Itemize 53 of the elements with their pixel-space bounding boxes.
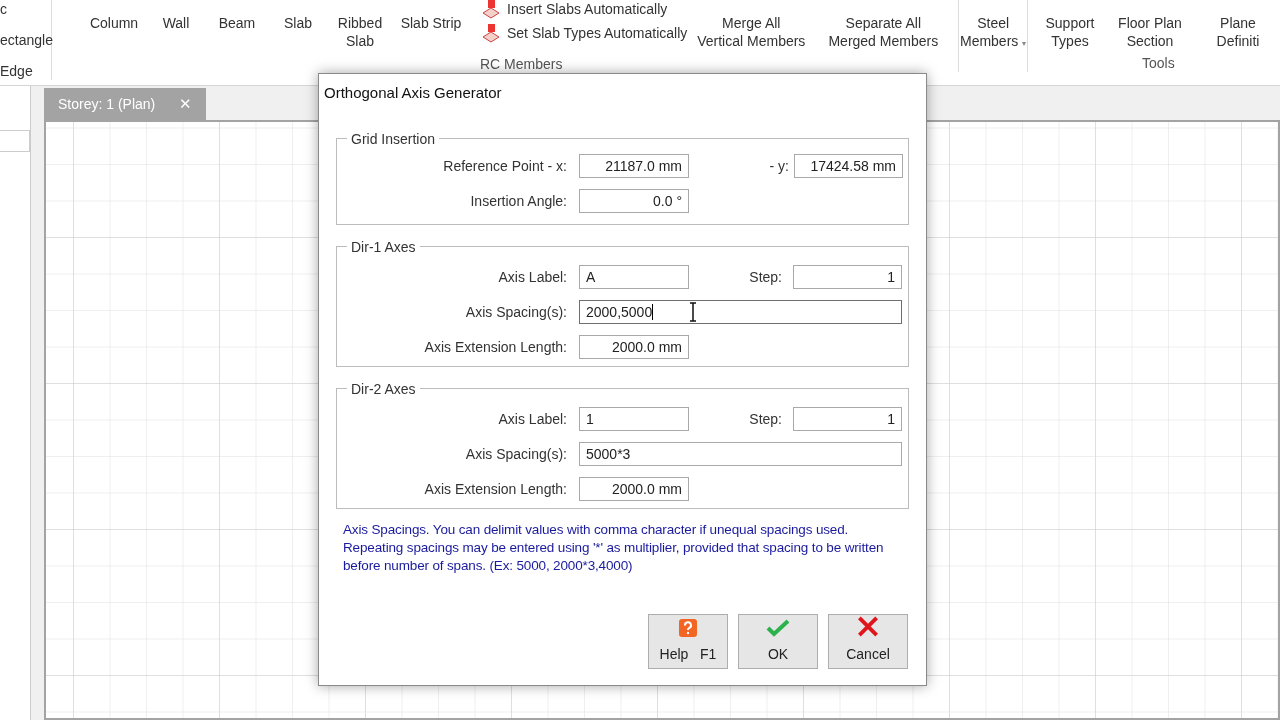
ribbon-button[interactable]: Support Types [1036,14,1104,50]
ribbon-button[interactable]: Slab [269,14,327,32]
field-label: Step: [748,267,782,287]
hint-text: Axis Spacings. You can delimit values with comma character if unequal spacings used. Repeating spacings may be entered using '*' as multiplier, provided that spacing to be written before number of spans. (Ex: 5000, 2000*3,4000) [343,520,885,575]
group-title: Dir-2 Axes [350,379,417,399]
group-label: RC Members [480,55,564,74]
ok-button[interactable]: OK [738,614,818,669]
ribbon-item[interactable]: c [0,0,7,18]
extension-length-field[interactable]: 2000.0 mm [579,334,689,359]
slab-type-icon [481,22,501,43]
field-label: Axis Extension Length: [423,479,567,499]
ribbon-button[interactable]: Slab Strip [393,14,469,32]
field-label: Axis Spacing(s): [464,302,567,322]
checkmark-icon [766,618,790,638]
ribbon-button[interactable]: Wall [147,14,205,32]
step-field[interactable]: 1 [793,406,902,431]
insertion-angle-field[interactable]: 0.0 ° [579,188,689,213]
cancel-button[interactable]: Cancel [828,614,908,669]
ribbon-button[interactable]: Merge All Vertical Members [693,14,810,50]
extension-length-field[interactable]: 2000.0 mm [579,476,689,501]
slab-insert-icon [481,0,501,19]
ribbon-item[interactable]: Edge [0,62,33,80]
field-label: Axis Label: [497,409,567,429]
reference-x-field[interactable]: 21187.0 mm [579,153,689,178]
field-label: Axis Extension Length: [423,337,567,357]
text-cursor-icon [689,301,698,322]
ribbon-button[interactable]: Column [81,14,147,32]
close-icon [856,615,880,638]
field-label: - y: [768,156,789,176]
axis-label-field[interactable]: 1 [579,406,689,431]
group-title: Grid Insertion [350,129,437,149]
step-field[interactable]: 1 [793,264,902,289]
reference-y-field[interactable]: 17424.58 mm [794,153,903,178]
ribbon-button[interactable]: Separate All Merged Members [823,14,944,50]
ribbon-button[interactable]: Ribbed Slab [327,14,393,50]
ribbon-button[interactable]: Steel Members ▾ [959,14,1027,53]
group-title: Dir-1 Axes [350,237,417,257]
field-label: Step: [748,409,782,429]
group-label: Tools [1142,54,1176,73]
field-label: Insertion Angle: [469,191,567,211]
ribbon-item[interactable]: ectangle [0,31,53,49]
ribbon-button[interactable]: Beam [205,14,269,32]
ribbon-button[interactable]: Floor Plan Section [1112,14,1188,50]
axis-label-field[interactable]: A [579,264,689,289]
axis-spacing-field[interactable]: 2000,5000 [579,299,902,324]
axis-spacing-field[interactable]: 5000*3 [579,441,902,466]
field-label: Axis Spacing(s): [464,444,567,464]
field-label: Reference Point - x: [442,156,567,176]
dialog-title: Orthogonal Axis Generator [324,83,503,103]
help-button[interactable]: Help F1 [648,614,728,669]
help-icon [678,618,698,638]
field-label: Axis Label: [497,267,567,287]
ribbon-button[interactable]: Plane Definiti [1196,14,1280,50]
